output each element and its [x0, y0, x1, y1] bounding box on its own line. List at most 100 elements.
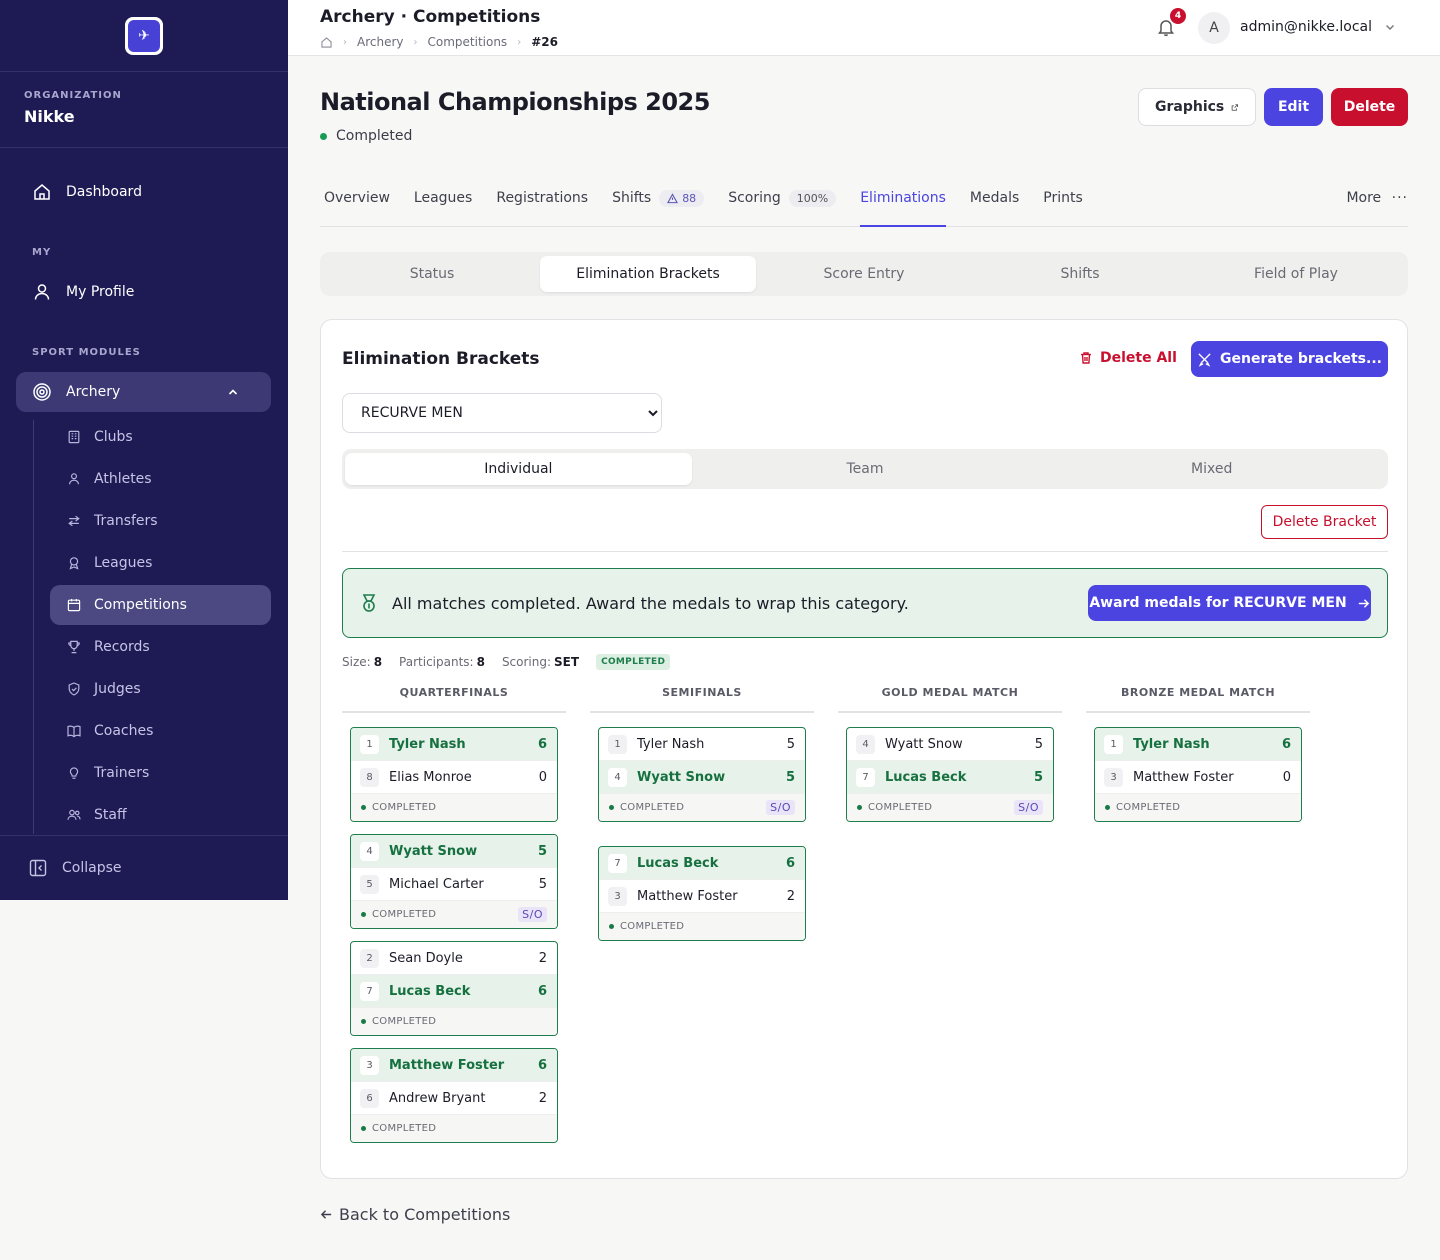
sidebar-item-records[interactable]: Records	[50, 627, 271, 667]
chevron-down-icon[interactable]	[1384, 21, 1396, 33]
delete-bracket-button[interactable]: Delete Bracket	[1261, 505, 1388, 539]
medal-icon	[362, 594, 376, 612]
sidebar-item-athletes[interactable]: Athletes	[50, 459, 271, 499]
tab-overview[interactable]: Overview	[324, 176, 390, 227]
home-icon[interactable]	[320, 36, 333, 49]
organization-name: Nikke	[24, 107, 75, 126]
breadcrumb: › Archery › Competitions › #26	[320, 35, 558, 49]
match-card[interactable]: 2 Sean Doyle 2 7 Lucas Beck 6 COMPLETED	[350, 941, 558, 1036]
match-card[interactable]: 4 Wyatt Snow 5 7 Lucas Beck 5 COMPLETED S/O	[846, 727, 1054, 822]
match-score: 5	[538, 876, 547, 892]
award-medals-button[interactable]: Award medals for RECURVE MEN	[1088, 585, 1371, 621]
seed-badge: 1	[1104, 734, 1123, 754]
match-winner-row: 3 Matthew Foster 6	[351, 1049, 557, 1082]
seed-badge: 3	[608, 886, 627, 906]
match-loser-row: 1 Tyler Nash 5	[599, 728, 805, 761]
match-footer: COMPLETED S/O	[847, 794, 1053, 821]
sidebar-item-competitions[interactable]: Competitions	[50, 585, 271, 625]
sidebar-item-judges[interactable]: Judges	[50, 669, 271, 709]
segment-individual[interactable]: Individual	[345, 453, 692, 485]
seed-badge: 8	[360, 767, 379, 787]
match-card[interactable]: 1 Tyler Nash 6 8 Elias Monroe 0 COMPLETED	[350, 727, 558, 822]
graphics-button[interactable]: Graphics	[1138, 88, 1256, 126]
sidebar-item-my-profile[interactable]: My Profile	[16, 272, 271, 312]
swords-icon	[1198, 352, 1211, 367]
chevron-up-icon	[228, 389, 238, 395]
status-dot	[609, 805, 614, 810]
athlete-name: Sean Doyle	[389, 950, 463, 966]
generate-brackets-button[interactable]: Generate brackets...	[1191, 341, 1388, 377]
breadcrumb-separator: ›	[517, 36, 522, 48]
sidebar-item-dashboard[interactable]: Dashboard	[16, 172, 271, 212]
subtab-status[interactable]: Status	[324, 256, 540, 292]
competition-tabs: Overview Leagues Registrations Shifts 88…	[320, 176, 1408, 227]
sidebar-item-label: Clubs	[94, 429, 133, 445]
subtab-elimination-brackets[interactable]: Elimination Brackets	[540, 256, 756, 292]
external-link-icon	[1231, 103, 1239, 111]
tab-more[interactable]: More ···	[1346, 190, 1408, 206]
sidebar-item-trainers[interactable]: Trainers	[50, 753, 271, 793]
category-select[interactable]: RECURVE MEN	[342, 393, 662, 433]
back-label: Back to Competitions	[339, 1205, 511, 1224]
match-loser-row: 4 Wyatt Snow 5	[847, 728, 1053, 761]
competition-status: Completed	[320, 128, 412, 144]
topbar: Archery · Competitions › Archery › Compe…	[288, 0, 1440, 56]
bracket-meta: Size: 8 Participants: 8 Scoring: SET COMPLE…	[342, 654, 671, 670]
brackets-card: Elimination Brackets Delete All Generate…	[320, 319, 1408, 1179]
match-winner-row: 7 Lucas Beck 6	[351, 975, 557, 1008]
subtab-shifts[interactable]: Shifts	[972, 256, 1188, 292]
match-score: 5	[1033, 769, 1043, 785]
athlete-name: Wyatt Snow	[389, 843, 478, 859]
tab-shifts[interactable]: Shifts 88	[612, 176, 705, 227]
match-status: COMPLETED	[372, 1123, 437, 1134]
generate-label: Generate brackets...	[1220, 351, 1382, 367]
match-winner-row: 4 Wyatt Snow 5	[351, 835, 557, 868]
match-card[interactable]: 4 Wyatt Snow 5 5 Michael Carter 5 COMPLETED S/O	[350, 834, 558, 929]
sidebar-item-label: Transfers	[94, 513, 158, 529]
tab-leagues[interactable]: Leagues	[414, 176, 472, 227]
subtab-field-of-play[interactable]: Field of Play	[1188, 256, 1404, 292]
header-actions: Graphics Edit Delete	[1138, 88, 1408, 126]
delete-button[interactable]: Delete	[1331, 88, 1408, 126]
sidebar-item-transfers[interactable]: Transfers	[50, 501, 271, 541]
tab-medals[interactable]: Medals	[970, 176, 1019, 227]
tab-registrations[interactable]: Registrations	[496, 176, 588, 227]
status-dot	[361, 805, 366, 810]
collapse-button[interactable]: Collapse	[0, 835, 288, 900]
segment-team[interactable]: Team	[692, 453, 1039, 485]
delete-all-button[interactable]: Delete All	[1079, 350, 1177, 366]
tab-scoring[interactable]: Scoring 100%	[728, 176, 837, 227]
sidebar-item-archery[interactable]: Archery	[16, 372, 271, 412]
user-email[interactable]: admin@nikke.local	[1240, 19, 1372, 35]
sidebar-item-coaches[interactable]: Coaches	[50, 711, 271, 751]
tab-eliminations[interactable]: Eliminations	[860, 176, 946, 227]
match-score: 6	[1281, 736, 1291, 752]
match-score: 2	[538, 1090, 547, 1106]
tab-prints[interactable]: Prints	[1043, 176, 1083, 227]
seed-badge: 3	[1104, 767, 1123, 787]
meta-participants-value: 8	[476, 655, 485, 669]
sidebar-item-label: Competitions	[94, 597, 187, 613]
segment-mixed[interactable]: Mixed	[1038, 453, 1385, 485]
sidebar-item-leagues[interactable]: Leagues	[50, 543, 271, 583]
match-card[interactable]: 1 Tyler Nash 6 3 Matthew Foster 0 COMPLETED	[1094, 727, 1302, 822]
athlete-name: Matthew Foster	[389, 1057, 505, 1073]
athlete-name: Lucas Beck	[885, 769, 967, 785]
sidebar-item-clubs[interactable]: Clubs	[50, 417, 271, 457]
banner-text: All matches completed. Award the medals …	[392, 593, 909, 613]
subtab-score-entry[interactable]: Score Entry	[756, 256, 972, 292]
match-card[interactable]: 3 Matthew Foster 6 6 Andrew Bryant 2 COMPLETED	[350, 1048, 558, 1143]
edit-button[interactable]: Edit	[1264, 88, 1323, 126]
match-card[interactable]: 1 Tyler Nash 5 4 Wyatt Snow 5 COMPLETED S/O	[598, 727, 806, 822]
athlete-name: Wyatt Snow	[885, 736, 963, 752]
app-logo[interactable]: ✈	[125, 16, 163, 55]
match-card[interactable]: 7 Lucas Beck 6 3 Matthew Foster 2 COMPLETED	[598, 846, 806, 941]
back-to-competitions-link[interactable]: Back to Competitions	[320, 1205, 510, 1224]
sidebar-item-staff[interactable]: Staff	[50, 795, 271, 835]
breadcrumb-competitions[interactable]: Competitions	[428, 35, 508, 49]
match-winner-row: 1 Tyler Nash 6	[351, 728, 557, 761]
seed-badge: 6	[360, 1088, 379, 1108]
athlete-name: Wyatt Snow	[637, 769, 726, 785]
avatar[interactable]: A	[1198, 12, 1230, 44]
breadcrumb-archery[interactable]: Archery	[357, 35, 404, 49]
